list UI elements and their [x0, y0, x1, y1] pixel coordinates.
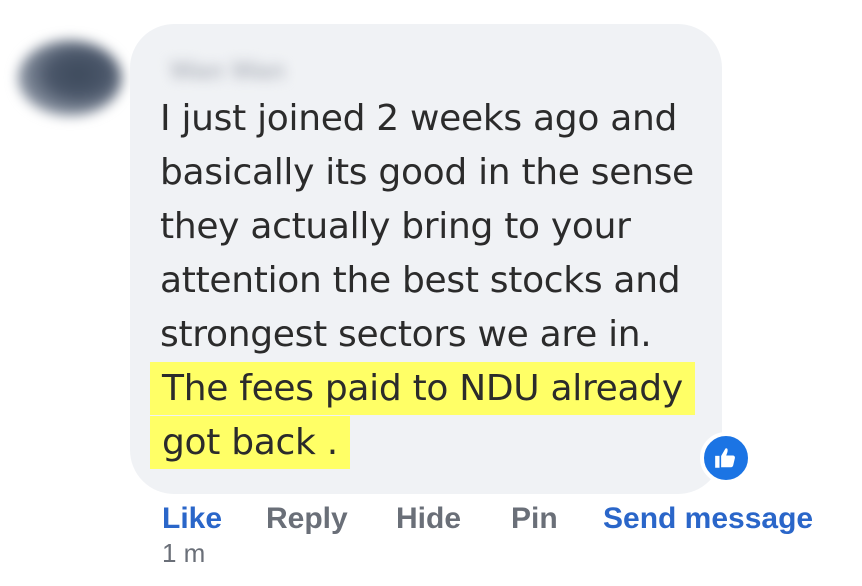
- avatar[interactable]: [18, 40, 122, 116]
- comment-timestamp[interactable]: 1 m: [162, 538, 205, 569]
- comment-text: I just joined 2 weeks ago and basically …: [150, 92, 710, 470]
- comment-actions-bar: Like Reply Hide Pin Send message: [0, 502, 862, 542]
- comment-text-highlighted: The fees paid to NDU already got back .: [150, 362, 695, 469]
- comment-screenshot: Wan Wan I just joined 2 weeks ago and ba…: [0, 0, 862, 586]
- like-reaction-badge[interactable]: [700, 432, 752, 484]
- send-message-button[interactable]: Send message: [603, 502, 813, 536]
- like-thumbs-up-icon: [715, 448, 735, 468]
- comment-text-plain: I just joined 2 weeks ago and basically …: [160, 98, 694, 355]
- hide-button[interactable]: Hide: [396, 502, 461, 536]
- pin-button[interactable]: Pin: [511, 502, 558, 536]
- like-button[interactable]: Like: [162, 502, 222, 536]
- comment-author-name[interactable]: Wan Wan: [170, 55, 285, 86]
- reply-button[interactable]: Reply: [266, 502, 348, 536]
